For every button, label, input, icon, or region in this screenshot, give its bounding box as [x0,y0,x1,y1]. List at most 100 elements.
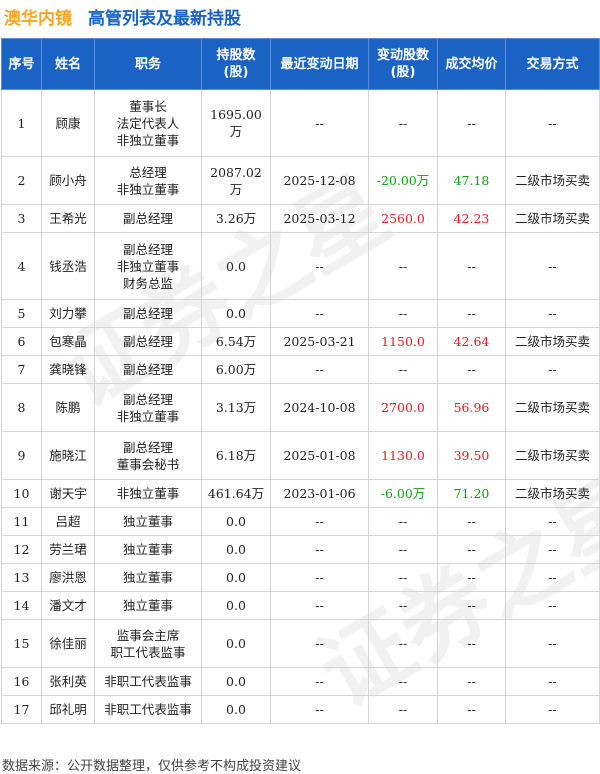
cell-avg-price: -- [437,695,506,724]
cell-shares: 6.00万 [201,355,271,384]
cell-position: 董事长 法定代表人 非独立董事 [94,89,202,157]
cell-position: 副总经理 [94,355,202,384]
cell-position: 副总经理 [94,299,202,328]
cell-shares: 0.0 [201,232,271,300]
cell-shares: 0.0 [201,299,271,328]
cell-avg-price: -- [437,619,506,668]
cell-change-shares: -- [368,89,438,157]
cell-avg-price: 42.64 [437,327,506,356]
cell-change-shares: 1130.0 [368,431,438,480]
cell-trade-method: 二级市场买卖 [505,156,600,205]
cell-trade-method: -- [505,667,600,696]
cell-index: 16 [1,667,42,696]
cell-position: 独立董事 [94,563,202,592]
cell-name: 顾小舟 [41,156,95,205]
position-line: 独立董事 [122,570,173,585]
cell-name: 施晓江 [41,431,95,480]
cell-last-change-date: 2023-01-06 [270,479,369,508]
position-line: 非独立董事 [116,408,180,424]
cell-position: 非职工代表监事 [94,667,202,696]
position-line: 副总经理 [122,334,173,349]
cell-index: 13 [1,563,42,592]
position-line: 财务总监 [122,275,173,291]
cell-avg-price: 47.18 [437,156,506,205]
cell-index: 7 [1,355,42,384]
cell-shares: 6.54万 [201,327,271,356]
position-line: 副总经理 [122,211,173,226]
header-name: 姓名 [41,38,95,90]
cell-avg-price: -- [437,232,506,300]
header-index: 序号 [1,38,42,90]
cell-avg-price: -- [437,591,506,620]
cell-position: 副总经理 [94,327,202,356]
cell-name: 包寒晶 [41,327,95,356]
position-line: 非独立董事 [116,486,180,501]
cell-avg-price: -- [437,299,506,328]
cell-name: 顾康 [41,89,95,157]
cell-position: 独立董事 [94,507,202,536]
header-position: 职务 [94,38,202,90]
cell-shares: 0.0 [201,507,271,536]
cell-index: 1 [1,89,42,157]
table-row: 17 邱礼明 非职工代表监事 0.0 -- -- -- -- [1,695,600,724]
cell-position: 监事会主席 职工代表监事 [94,619,202,668]
cell-position: 独立董事 [94,591,202,620]
position-line: 独立董事 [122,598,173,613]
position-line: 独立董事 [122,542,173,557]
cell-avg-price: -- [437,667,506,696]
cell-index: 11 [1,507,42,536]
cell-index: 4 [1,232,42,300]
table-row: 14 潘文才 独立董事 0.0 -- -- -- -- [1,591,600,620]
cell-change-shares: -- [368,299,438,328]
cell-position: 副总经理 非独立董事 [94,383,202,432]
cell-trade-method: 二级市场买卖 [505,383,600,432]
cell-name: 徐佳丽 [41,619,95,668]
cell-trade-method: -- [505,299,600,328]
header-avg-price: 成交均价 [437,38,506,90]
position-line: 非独立董事 [116,181,180,197]
cell-trade-method: 二级市场买卖 [505,204,600,233]
position-line: 董事会秘书 [116,456,180,472]
position-line: 副总经理 [122,241,173,257]
table-row: 10 谢天宇 非独立董事 461.64万 2023-01-06 -6.00万 71.20 二级… [1,479,600,508]
position-line: 董事长 [129,98,167,114]
cell-trade-method: -- [505,89,600,157]
cell-trade-method: -- [505,232,600,300]
cell-position: 独立董事 [94,535,202,564]
cell-last-change-date: 2025-12-08 [270,156,369,205]
title-bar: 澳华内镜 高管列表及最新持股 [0,0,600,30]
cell-change-shares: -- [368,563,438,592]
cell-change-shares: -- [368,535,438,564]
cell-trade-method: -- [505,355,600,384]
cell-change-shares: 2560.0 [368,204,438,233]
cell-change-shares: -- [368,355,438,384]
header-last-change-date: 最近变动日期 [270,38,369,90]
cell-last-change-date: -- [270,89,369,157]
cell-position: 非独立董事 [94,479,202,508]
position-line: 副总经理 [122,391,173,407]
cell-trade-method: -- [505,619,600,668]
cell-avg-price: 42.23 [437,204,506,233]
cell-index: 8 [1,383,42,432]
cell-change-shares: -- [368,232,438,300]
position-line: 非职工代表监事 [104,702,192,717]
position-line: 副总经理 [122,439,173,455]
cell-change-shares: 2700.0 [368,383,438,432]
cell-change-shares: -- [368,619,438,668]
cell-name: 潘文才 [41,591,95,620]
cell-avg-price: -- [437,355,506,384]
company-name: 澳华内镜 [4,9,72,29]
cell-trade-method: 二级市场买卖 [505,431,600,480]
position-line: 法定代表人 [116,115,180,131]
position-line: 独立董事 [122,514,173,529]
cell-last-change-date: -- [270,507,369,536]
cell-trade-method: -- [505,507,600,536]
cell-name: 劳兰珺 [41,535,95,564]
cell-trade-method: 二级市场买卖 [505,479,600,508]
cell-position: 非职工代表监事 [94,695,202,724]
cell-shares: 0.0 [201,667,271,696]
table-row: 4 钱丞浩 副总经理 非独立董事 财务总监 0.0 -- -- -- -- [1,232,600,300]
cell-index: 14 [1,591,42,620]
executives-table: 序号 姓名 职务 持股数 (股) 最近变动日期 变动股数 (股) 成交均价 交易方式 1 顾康 董事长… [1,38,600,724]
cell-shares: 3.26万 [201,204,271,233]
